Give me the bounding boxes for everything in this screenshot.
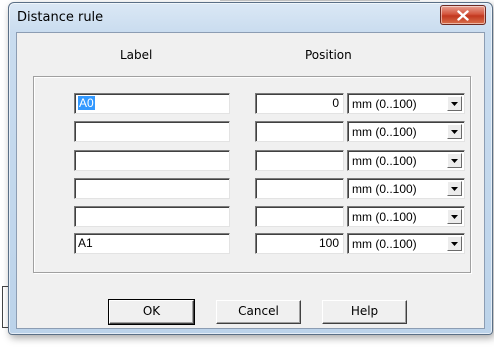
dialog-client-area: Label Position A0 0 mm (0..100) mm (0..1… — [16, 32, 485, 329]
unit-select-5-value: mm (0..100) — [352, 210, 417, 224]
distance-rule-dialog: Distance rule Label Position A0 0 mm (0.… — [8, 2, 493, 335]
unit-select-2-value: mm (0..100) — [352, 125, 417, 139]
position-input-6[interactable]: 100 — [255, 233, 344, 254]
rules-group-box: A0 0 mm (0..100) mm (0..100) mm (0..100) — [33, 76, 471, 273]
close-x-icon — [457, 9, 469, 21]
position-input-4[interactable] — [255, 178, 344, 199]
unit-select-5[interactable]: mm (0..100) — [347, 206, 465, 227]
position-input-1[interactable]: 0 — [255, 93, 344, 114]
label-input-3[interactable] — [74, 150, 230, 171]
cancel-button[interactable]: Cancel — [216, 300, 301, 324]
unit-select-3-value: mm (0..100) — [352, 154, 417, 168]
background-divider — [220, 0, 420, 1]
title-bar[interactable]: Distance rule — [9, 3, 492, 31]
unit-select-1-value: mm (0..100) — [352, 97, 417, 111]
unit-select-1[interactable]: mm (0..100) — [347, 93, 465, 114]
position-column-header: Position — [305, 48, 352, 62]
ok-button[interactable]: OK — [108, 299, 195, 325]
unit-select-3[interactable]: mm (0..100) — [347, 150, 465, 171]
unit-select-6[interactable]: mm (0..100) — [347, 233, 465, 254]
label-input-1[interactable]: A0 — [74, 93, 230, 114]
unit-select-2[interactable]: mm (0..100) — [347, 121, 465, 142]
label-input-6[interactable]: A1 — [74, 233, 230, 254]
position-input-5[interactable] — [255, 206, 344, 227]
label-column-header: Label — [120, 48, 153, 62]
label-input-4[interactable] — [74, 178, 230, 199]
label-input-2[interactable] — [74, 121, 230, 142]
label-input-1-value: A0 — [78, 96, 95, 110]
position-input-2[interactable] — [255, 121, 344, 142]
help-button[interactable]: Help — [322, 300, 407, 324]
chevron-down-icon[interactable] — [447, 153, 462, 168]
position-input-3[interactable] — [255, 150, 344, 171]
unit-select-6-value: mm (0..100) — [352, 237, 417, 251]
unit-select-4[interactable]: mm (0..100) — [347, 178, 465, 199]
unit-select-4-value: mm (0..100) — [352, 182, 417, 196]
chevron-down-icon[interactable] — [447, 209, 462, 224]
label-input-5[interactable] — [74, 206, 230, 227]
chevron-down-icon[interactable] — [447, 236, 462, 251]
dialog-title: Distance rule — [17, 10, 104, 25]
close-button[interactable] — [440, 5, 486, 25]
chevron-down-icon[interactable] — [447, 124, 462, 139]
chevron-down-icon[interactable] — [447, 96, 462, 111]
chevron-down-icon[interactable] — [447, 181, 462, 196]
